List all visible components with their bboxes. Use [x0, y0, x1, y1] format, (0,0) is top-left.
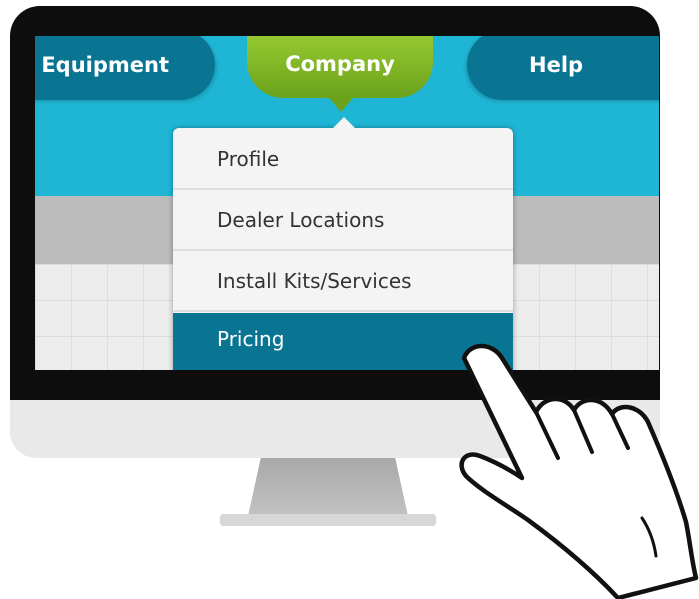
website-screen: Equipment Company Help Profile Dealer Lo… [35, 36, 659, 370]
monitor-stand-neck [248, 458, 408, 516]
nav-company[interactable]: Company [247, 36, 433, 98]
pointing-hand-icon [459, 343, 699, 599]
menu-item-dealer-locations[interactable]: Dealer Locations [173, 191, 513, 251]
nav-equipment[interactable]: Equipment [35, 36, 215, 100]
nav-company-pointer [329, 98, 353, 112]
nav-help[interactable]: Help [467, 36, 659, 100]
monitor-stand-base [220, 514, 436, 526]
menu-item-install-kits-services[interactable]: Install Kits/Services [173, 252, 513, 312]
dropdown-caret [333, 117, 355, 128]
menu-item-profile[interactable]: Profile [173, 130, 513, 190]
